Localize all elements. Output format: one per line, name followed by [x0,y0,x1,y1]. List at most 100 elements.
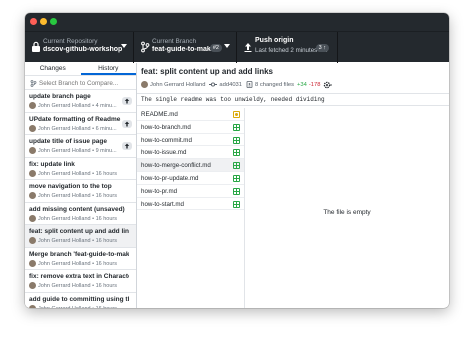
repository-label: Current Repository [43,38,98,45]
commit-list-author: John Gerrard Holland [38,148,91,154]
minimize-window-button[interactable] [40,18,47,25]
commit-list-time: 16 hours ago [95,238,118,244]
file-modified-icon [233,111,240,118]
history-sidebar: Changes History update branch page John G… [25,63,137,308]
chevron-down-icon [224,44,230,48]
commit-list-title: update branch page [29,93,91,100]
commit-list-time: 16 hours ago [95,170,118,177]
commit-list-item[interactable]: add missing content (unsaved) John Gerrar… [25,203,136,225]
push-origin-button[interactable]: Push origin Last fetched 2 minutes a... … [237,32,338,63]
unpushed-arrow-icon [122,119,132,128]
commit-list-item[interactable]: add guide to committing using the c... Jo… [25,293,136,309]
changed-file-item[interactable]: how-to-issue.md [137,146,244,160]
commit-list-meta: John Gerrard Holland • 16 hours ago [38,238,118,244]
changed-file-item[interactable]: how-to-commit.md [137,134,244,147]
commit-list-item[interactable]: update branch page John Gerrard Holland •… [25,90,136,113]
tab-history[interactable]: History [80,63,136,75]
additions-count: +34 [297,81,307,88]
commit-list-author: John Gerrard Holland [38,103,91,109]
commit-list-author: John Gerrard Holland [38,193,91,199]
commit-list-meta: John Gerrard Holland • 9 minu... [38,148,118,154]
title-bar [25,13,449,31]
avatar [29,214,36,222]
pull-request-badge: #2 [209,44,222,52]
commit-list-title: feat: split content up and add links [29,228,129,235]
avatar [29,237,36,244]
commit-list-title: Merge branch 'feat-guide-to-makin... [29,250,129,258]
commit-meta: John Gerrard Holland add4031 8 changed f… [141,80,333,89]
branch-icon [30,80,37,87]
toolbar: Current Repository dscov-github-workshop… [25,31,449,63]
commit-list-item[interactable]: UPdate formatting of Readme John Gerrard … [25,113,136,135]
commit-list-meta: John Gerrard Holland • 16 hours ago [38,306,118,309]
changed-file-item[interactable]: how-to-start.md [137,198,244,211]
repository-name: dscov-github-workshop [43,46,123,53]
commit-list-time: 4 minu... [95,103,117,109]
commit-list-meta: John Gerrard Holland • 16 hours ago [38,283,118,289]
commit-list-item[interactable]: update title of issue page John Gerrard H… [25,135,136,158]
commit-list-author: John Gerrard Holland [38,306,91,309]
current-repository-button[interactable]: Current Repository dscov-github-workshop [25,32,134,63]
commit-list-time: 16 hours ago [95,215,118,222]
changed-files-list: README.md how-to-branch.md how-to-commit.m… [137,108,245,308]
close-window-button[interactable] [30,18,37,25]
commit-sha[interactable]: add4031 [219,82,242,88]
changed-file-item[interactable]: how-to-branch.md [137,121,244,134]
gear-icon[interactable] [323,81,333,89]
file-name: how-to-commit.md [141,136,192,144]
commit-list-author: John Gerrard Holland [38,238,91,244]
commit-list-meta: John Gerrard Holland • 4 minu... [38,103,118,109]
commit-list-item[interactable]: move navigation to the top John Gerrard H… [25,180,136,203]
compare-branch-filter [25,76,136,90]
commit-list-title: add guide to committing using the c... [29,295,129,303]
branch-label: Current Branch [152,38,197,45]
current-branch-button[interactable]: Current Branch feat-guide-to-mak... #2 [134,32,237,63]
commit-list-time: 16 hours ago [95,193,118,199]
tab-changes[interactable]: Changes [25,63,81,75]
commit-list-item[interactable]: Merge branch 'feat-guide-to-makin... John… [25,248,136,270]
commit-list-time: 16 hours ago [95,260,118,267]
ahead-count-badge: 3 ↑ [315,44,329,52]
unpushed-arrow-icon [122,142,132,150]
file-name: README.md [141,111,178,118]
file-name: how-to-start.md [141,200,184,208]
file-added-icon [233,123,240,131]
changed-file-item[interactable]: how-to-pr.md [137,185,244,198]
commit-list-meta: John Gerrard Holland • 6 minu... [38,126,118,132]
commit-icon [209,82,218,87]
avatar [29,192,36,199]
commit-author: John Gerrard Holland [150,81,206,88]
commit-list-item[interactable]: fix: remove extra text in Characteris...… [25,270,136,293]
push-label: Push origin [255,37,294,44]
commit-list-time: 16 hours ago [95,283,118,289]
file-name: how-to-issue.md [141,149,187,157]
upload-icon [244,43,252,52]
sidebar-tabs: Changes History [25,63,136,76]
commit-list-author: John Gerrard Holland [38,215,91,222]
app-window: Current Repository dscov-github-workshop… [25,13,449,308]
avatar [29,102,36,109]
commit-list-title: update title of issue page [29,138,108,145]
avatar [29,259,36,267]
diff-empty-message: The file is empty [323,209,371,216]
branch-icon [141,41,150,53]
avatar [29,282,36,289]
commit-list-title: add missing content (unsaved) [29,205,125,213]
changed-file-item[interactable]: how-to-pr-update.md [137,172,244,185]
changed-file-item[interactable]: README.md [137,108,244,121]
commit-list-title: UPdate formatting of Readme [29,115,121,123]
file-added-icon [233,136,240,144]
maximize-window-button[interactable] [50,18,57,25]
file-added-icon [233,187,240,195]
commit-list-meta: John Gerrard Holland • 16 hours ago [38,216,118,222]
commit-list-time: 9 minu... [95,148,117,154]
commit-list-author: John Gerrard Holland [38,260,91,267]
changed-file-item[interactable]: how-to-merge-conflict.md [137,159,244,172]
commit-list-item[interactable]: fix: update link John Gerrard Holland • 1… [25,158,136,180]
unpushed-arrow-icon [122,97,132,105]
commit-list-item[interactable]: feat: split content up and add links John… [25,225,136,248]
compare-branch-input[interactable] [39,78,131,88]
avatar [29,169,36,177]
lock-icon [32,41,40,52]
file-added-icon [233,149,240,157]
